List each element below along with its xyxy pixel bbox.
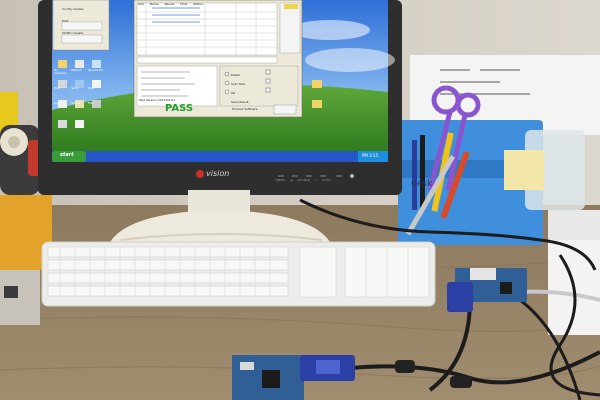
- option-detail[interactable]: Detail: [231, 71, 249, 80]
- col-slot: Slot: [138, 2, 144, 6]
- pen-2: [420, 135, 425, 210]
- desktop-icon-docs[interactable]: Docs: [88, 87, 105, 90]
- monitor-button-labels: MENU ◄ SOURCE + AUTO: [276, 178, 331, 182]
- col-result: Result: [164, 2, 174, 6]
- monitor-source-button[interactable]: SOURCE: [297, 178, 309, 182]
- option-save-result[interactable]: Save Result: [231, 98, 249, 107]
- col-status: Status: [193, 2, 203, 6]
- app-options: Detail Auto Test SD Save Result: [231, 71, 249, 107]
- photo-scene: PASS Slot Name Result Time Status Config…: [0, 0, 600, 400]
- taskbar-clock: PM 3:15: [362, 153, 379, 158]
- desktop-icon-tools[interactable]: Tools: [54, 87, 71, 90]
- pen-1: [412, 140, 417, 210]
- organizer-label: desk: [411, 179, 433, 189]
- col-name: Name: [149, 2, 159, 6]
- power-led-icon: [350, 174, 354, 178]
- app-table-header: Slot Name Result Time Status: [138, 2, 278, 8]
- taskbar: [52, 151, 388, 162]
- option-auto-test[interactable]: Auto Test: [231, 80, 249, 89]
- desktop-icon-recycle-bin[interactable]: Recycle Bin: [88, 69, 105, 75]
- scene-graphics: [0, 0, 600, 400]
- ddmo-update-button[interactable]: DDMO Update: [62, 32, 106, 44]
- option-sd[interactable]: SD: [231, 89, 249, 98]
- monitor-plus-button[interactable]: +: [315, 178, 318, 182]
- product-software-label: Product Software: [232, 107, 258, 111]
- desktop-icon-setup[interactable]: Setup: [71, 87, 88, 90]
- pass-status-text: PASS: [165, 103, 194, 114]
- desktop-icon-update[interactable]: Update: [71, 102, 88, 105]
- desktop-icon-network[interactable]: Network: [71, 69, 88, 75]
- vga-connector-right: [447, 282, 473, 312]
- monitor-auto-button[interactable]: AUTO: [322, 178, 330, 182]
- app-button: [273, 104, 297, 115]
- monitor-left-button[interactable]: ◄: [290, 178, 292, 182]
- col-time: Time: [179, 2, 188, 6]
- start-button-label[interactable]: start: [60, 153, 74, 158]
- monitor-brand-label: vision: [206, 169, 230, 178]
- desktop-icon-files[interactable]: Files: [88, 102, 105, 105]
- test-version-label: Test Version 2013.09.01: [139, 98, 176, 102]
- desktop-icon-labels: My Computer Network Recycle Bin Tools Se…: [54, 69, 114, 105]
- post-its: [504, 150, 544, 190]
- desktop-icon-my-computer[interactable]: My Computer: [54, 69, 71, 75]
- side-panel-buttons: Config Update EXIT DDMO Update: [62, 8, 106, 44]
- monitor-menu-button[interactable]: MENU: [276, 178, 285, 182]
- monitor-logo-icon: [196, 170, 204, 178]
- desktop-icon-logs[interactable]: Logs: [54, 102, 71, 105]
